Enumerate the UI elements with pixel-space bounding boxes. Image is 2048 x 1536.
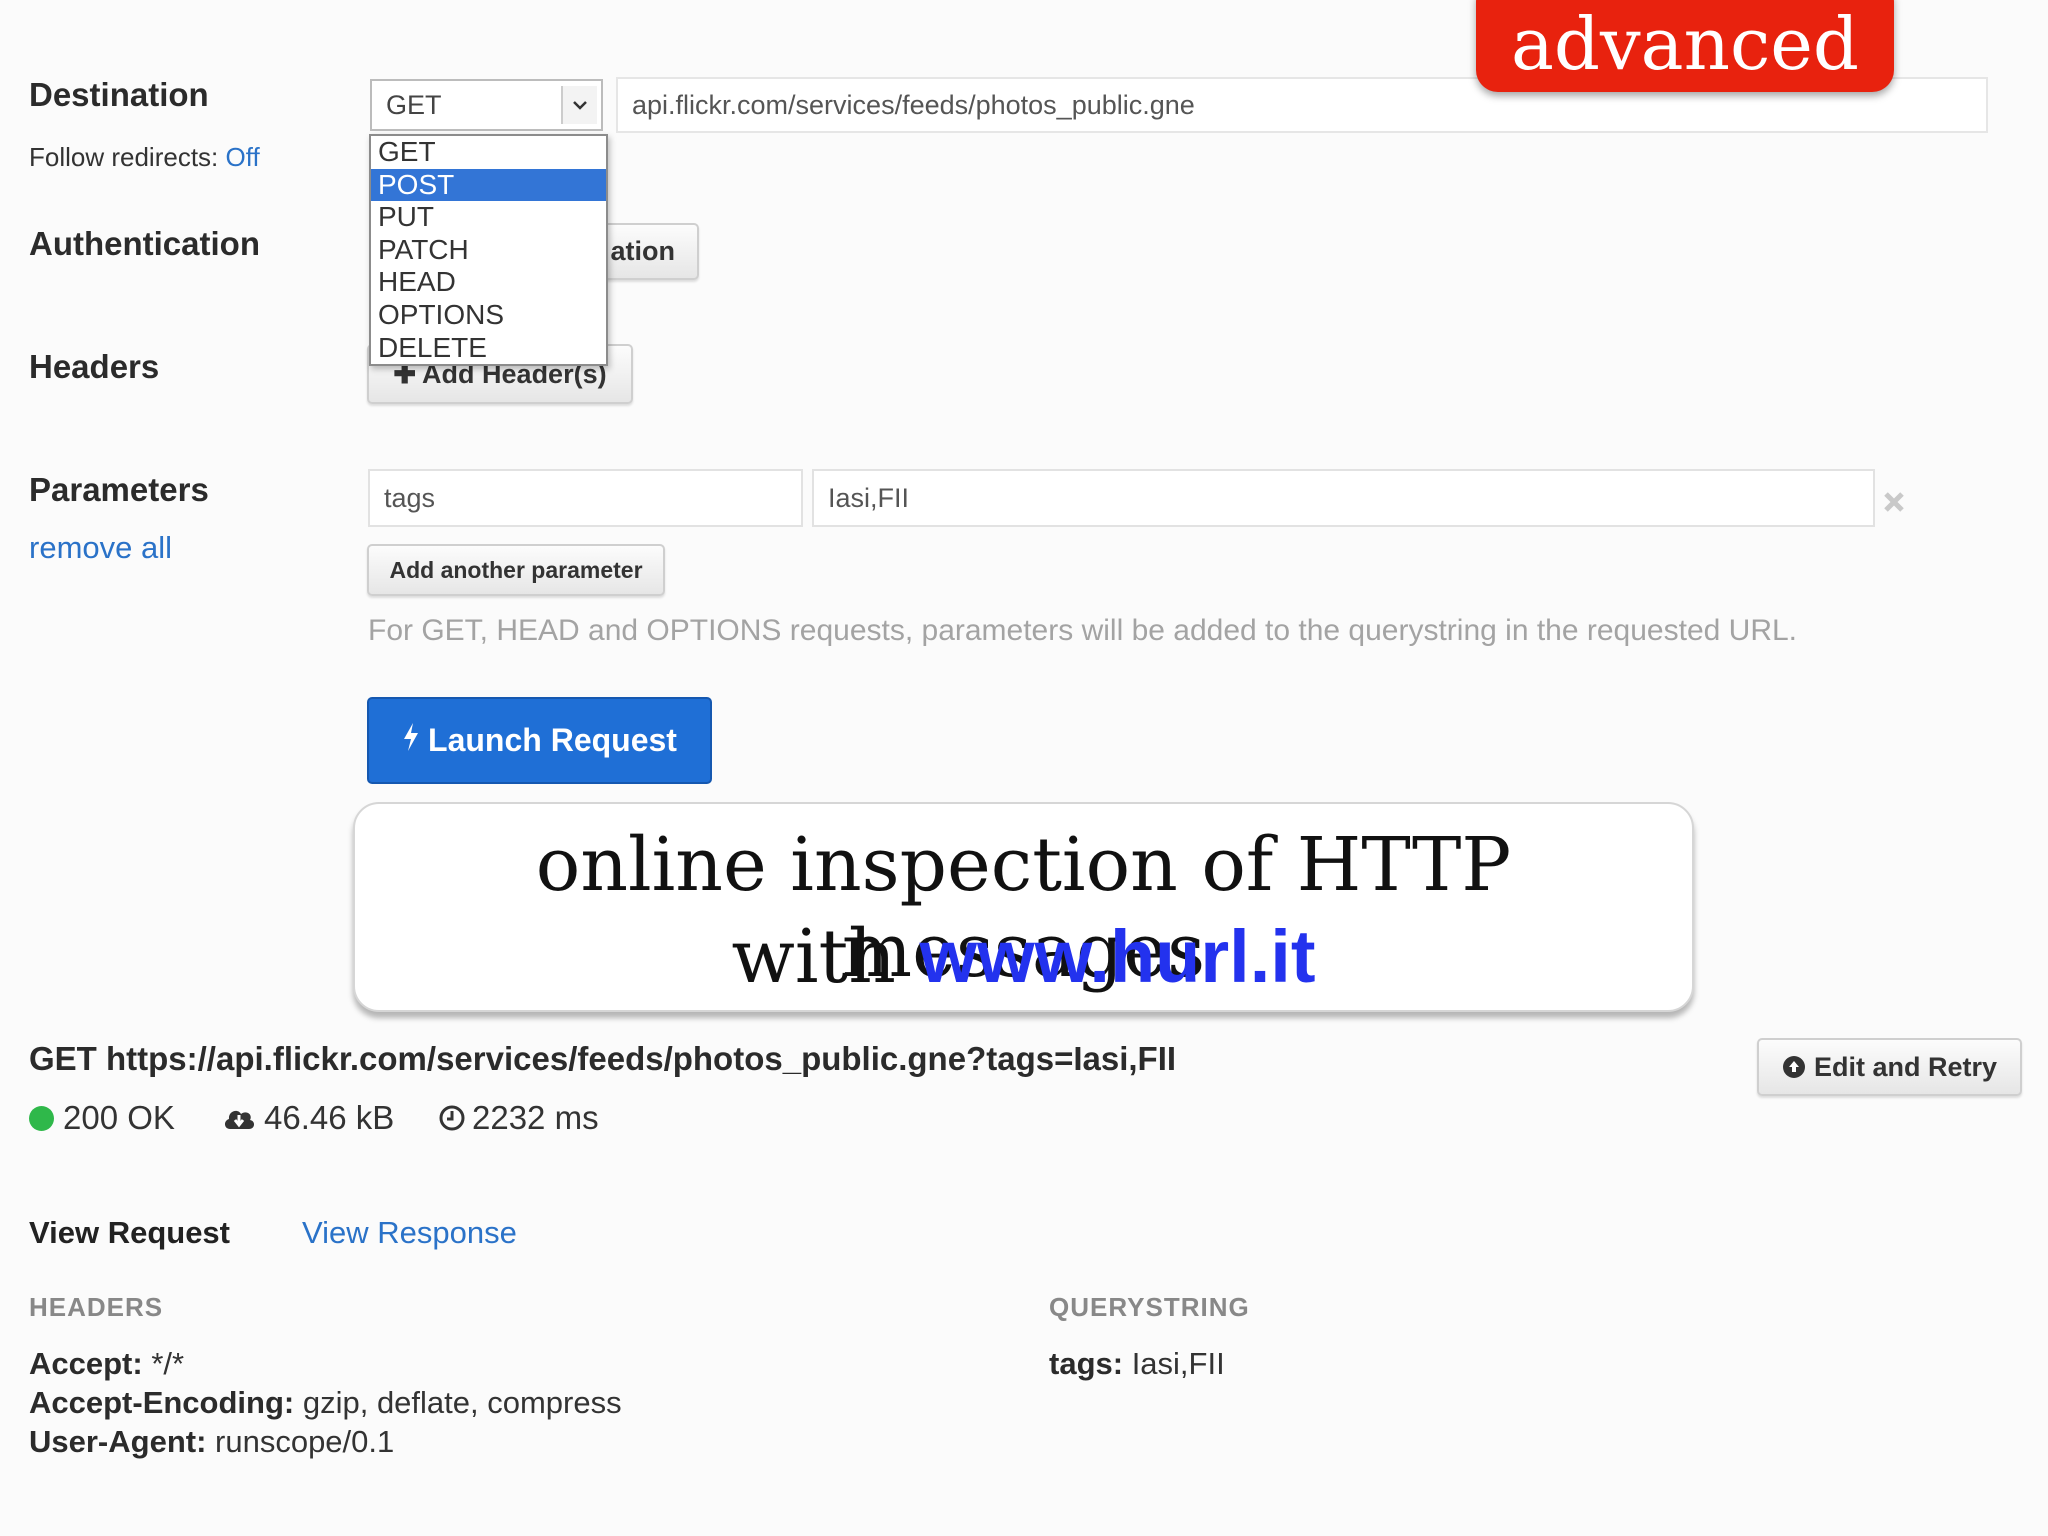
remove-param-icon[interactable] (1880, 488, 1908, 516)
method-option-delete[interactable]: DELETE (371, 332, 606, 365)
authentication-label: Authentication (29, 225, 260, 262)
headers-section-title: HEADERS (29, 1292, 164, 1322)
param-value-value: Iasi,FII (828, 482, 910, 513)
request-line: GET https://api.flickr.com/services/feed… (29, 1040, 1177, 1077)
cloud-download-icon (222, 1105, 256, 1131)
caption-prefix: with (731, 914, 896, 1000)
destination-label: Destination (29, 76, 209, 113)
querystring-section-title: QUERYSTRING (1049, 1292, 1250, 1322)
parameters-hint: For GET, HEAD and OPTIONS requests, para… (368, 614, 1797, 647)
chevron-down-icon[interactable] (561, 86, 597, 124)
size-text: 46.46 kB (264, 1099, 395, 1136)
size-indicator: 46.46 kB (222, 1099, 394, 1137)
caption-line-2: with www.hurl.it (355, 914, 1692, 1000)
caption-callout: online inspection of HTTP messages with … (353, 802, 1694, 1012)
clock-icon (438, 1104, 466, 1132)
method-select[interactable]: GET (370, 79, 603, 131)
tab-view-request[interactable]: View Request (29, 1215, 230, 1251)
header-row: User-Agent: runscope/0.1 (29, 1424, 395, 1459)
follow-redirects: Follow redirects: Off (29, 142, 260, 173)
request-headers-list: Accept: */* Accept-Encoding: gzip, defla… (29, 1344, 622, 1461)
method-dropdown[interactable]: GET POST PUT PATCH HEAD OPTIONS DELETE (369, 134, 608, 366)
retry-icon (1782, 1055, 1806, 1079)
header-row: Accept-Encoding: gzip, deflate, compress (29, 1385, 622, 1420)
time-indicator: 2232 ms (438, 1099, 599, 1137)
status-text: 200 OK (63, 1099, 175, 1136)
method-value: GET (386, 89, 442, 120)
status-indicator: 200 OK (29, 1099, 175, 1137)
time-text: 2232 ms (472, 1099, 599, 1136)
method-option-put[interactable]: PUT (371, 201, 606, 234)
follow-redirects-label: Follow redirects: (29, 142, 219, 172)
method-option-head[interactable]: HEAD (371, 266, 606, 299)
status-dot-icon (29, 1105, 54, 1131)
headers-label: Headers (29, 348, 160, 385)
follow-redirects-toggle[interactable]: Off (226, 142, 260, 172)
querystring-list: tags: Iasi,FII (1049, 1344, 1225, 1383)
parameters-label: Parameters (29, 471, 209, 508)
header-row: Accept: */* (29, 1346, 185, 1381)
method-option-get[interactable]: GET (371, 136, 606, 169)
lightning-icon (402, 722, 420, 760)
remove-all-link[interactable]: remove all (29, 530, 172, 566)
caption-url: www.hurl.it (919, 915, 1316, 998)
param-name-value: tags (384, 482, 436, 513)
tab-view-response[interactable]: View Response (302, 1215, 517, 1251)
method-option-options[interactable]: OPTIONS (371, 299, 606, 332)
url-value: api.flickr.com/services/feeds/photos_pub… (632, 89, 1195, 120)
advanced-badge: advanced (1476, 0, 1894, 92)
launch-request-button[interactable]: Launch Request (367, 697, 712, 784)
add-parameter-button[interactable]: Add another parameter (367, 544, 665, 596)
launch-request-label: Launch Request (428, 722, 677, 758)
edit-retry-button[interactable]: Edit and Retry (1757, 1038, 2022, 1096)
edit-retry-label: Edit and Retry (1813, 1051, 1998, 1082)
method-option-patch[interactable]: PATCH (371, 234, 606, 267)
param-value-input[interactable]: Iasi,FII (812, 469, 1875, 527)
query-row: tags: Iasi,FII (1049, 1346, 1225, 1381)
param-name-input[interactable]: tags (368, 469, 803, 527)
authentication-button-label: ation (610, 236, 676, 266)
method-option-post[interactable]: POST (371, 168, 606, 202)
